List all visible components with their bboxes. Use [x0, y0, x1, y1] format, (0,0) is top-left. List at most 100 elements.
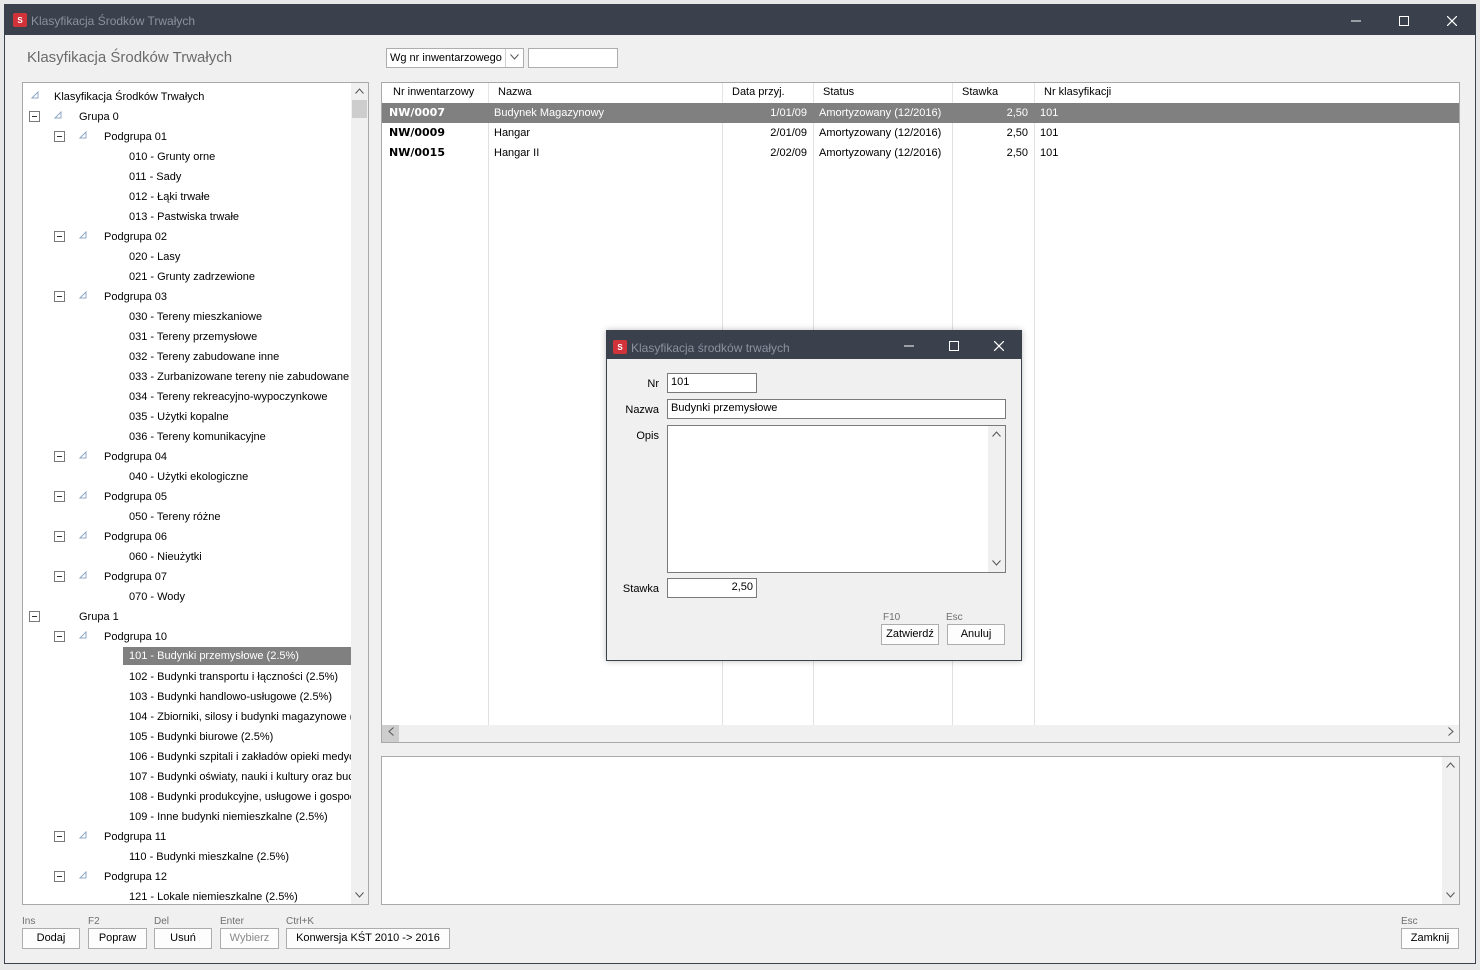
tree-item-leaf[interactable]: 101 - Budynki przemysłowe (2.5%)	[23, 647, 352, 667]
scroll-up-icon[interactable]	[351, 83, 368, 100]
column-header[interactable]: Nr klasyfikacji	[1044, 86, 1111, 98]
select-button[interactable]: Wybierz	[220, 928, 279, 949]
tree-item-group[interactable]: Grupa 0	[23, 107, 352, 127]
tree-item-leaf[interactable]: 105 - Budynki biurowe (2.5%)	[23, 727, 352, 747]
table-row[interactable]: NW/0009 Hangar 2/01/09 Amortyzowany (12/…	[382, 123, 1459, 143]
tree-item-group[interactable]: Podgrupa 01	[23, 127, 352, 147]
close-button[interactable]	[1429, 5, 1475, 35]
dialog-title-bar[interactable]: S Klasyfikacja środków trwałych	[607, 331, 1021, 359]
dialog-minimize-button[interactable]	[887, 331, 931, 359]
dialog-maximize-button[interactable]	[932, 331, 976, 359]
collapse-icon[interactable]	[54, 231, 65, 242]
tree-item-leaf[interactable]: 110 - Budynki mieszkalne (2.5%)	[23, 847, 352, 867]
column-header[interactable]: Data przyj.	[732, 86, 785, 98]
column-header[interactable]: Nazwa	[498, 86, 532, 98]
tree-item-group[interactable]: Podgrupa 11	[23, 827, 352, 847]
tree-item-group[interactable]: Podgrupa 06	[23, 527, 352, 547]
column-separator[interactable]	[813, 83, 814, 103]
nazwa-field[interactable]: Budynki przemysłowe	[667, 399, 1006, 419]
tree-item-leaf[interactable]: 031 - Tereny przemysłowe	[23, 327, 352, 347]
close-window-button[interactable]: Zamknij	[1401, 928, 1459, 949]
tree-item-leaf[interactable]: 040 - Użytki ekologiczne	[23, 467, 352, 487]
title-bar[interactable]: S Klasyfikacja Środków Trwałych	[5, 5, 1475, 35]
tree-item-leaf[interactable]: 070 - Wody	[23, 587, 352, 607]
tree-item-leaf[interactable]: 108 - Budynki produkcyjne, usługowe i go…	[23, 787, 355, 807]
tree-item-leaf[interactable]: 036 - Tereny komunikacyjne	[23, 427, 352, 447]
detail-scrollbar[interactable]	[1442, 757, 1459, 904]
scroll-up-icon[interactable]	[988, 426, 1005, 443]
delete-button[interactable]: Usuń	[154, 928, 212, 949]
scroll-thumb[interactable]	[352, 100, 367, 118]
nr-field[interactable]: 101	[667, 373, 757, 393]
add-button[interactable]: Dodaj	[22, 928, 80, 949]
maximize-button[interactable]	[1381, 5, 1427, 35]
minimize-button[interactable]	[1333, 5, 1379, 35]
tree-item-group[interactable]: Podgrupa 07	[23, 567, 352, 587]
tree-item-leaf[interactable]: 012 - Łąki trwałe	[23, 187, 352, 207]
tree-item-leaf[interactable]: 102 - Budynki transportu i łączności (2.…	[23, 667, 352, 687]
column-header[interactable]: Stawka	[962, 86, 998, 98]
collapse-icon[interactable]	[29, 111, 40, 122]
column-separator[interactable]	[488, 83, 489, 103]
table-row[interactable]: NW/0007 Budynek Magazynowy 1/01/09 Amort…	[382, 103, 1459, 123]
column-separator[interactable]	[1034, 83, 1035, 103]
collapse-icon[interactable]	[54, 571, 65, 582]
tree-item-leaf[interactable]: 104 - Zbiorniki, silosy i budynki magazy…	[23, 707, 353, 727]
scroll-down-icon[interactable]	[1442, 887, 1459, 904]
scroll-up-icon[interactable]	[1442, 757, 1459, 774]
tree-item-leaf[interactable]: 121 - Lokale niemieszkalne (2.5%)	[23, 887, 352, 904]
tree-item-leaf[interactable]: 010 - Grunty orne	[23, 147, 352, 167]
scroll-right-icon[interactable]	[1442, 725, 1459, 742]
classification-tree[interactable]: Klasyfikacja Środków Trwałych Grupa 0 Podg…	[22, 82, 369, 905]
tree-item-leaf[interactable]: 020 - Lasy	[23, 247, 352, 267]
collapse-icon[interactable]	[54, 451, 65, 462]
tree-item-group[interactable]: Podgrupa 03	[23, 287, 352, 307]
collapse-icon[interactable]	[54, 131, 65, 142]
tree-item-leaf[interactable]: 032 - Tereny zabudowane inne	[23, 347, 352, 367]
scroll-left-icon[interactable]	[382, 725, 399, 742]
tree-item-leaf[interactable]: 011 - Sady	[23, 167, 352, 187]
confirm-button[interactable]: Zatwierdź	[881, 624, 939, 645]
tree-item-group[interactable]: Podgrupa 02	[23, 227, 352, 247]
tree-scrollbar[interactable]	[351, 83, 368, 904]
tree-item-leaf[interactable]: 060 - Nieużytki	[23, 547, 352, 567]
tree-item-root[interactable]: Klasyfikacja Środków Trwałych	[23, 87, 352, 107]
sort-by-select[interactable]: Wg nr inwentarzowego	[386, 48, 524, 68]
dialog-close-button[interactable]	[977, 331, 1021, 359]
edit-button[interactable]: Popraw	[88, 928, 147, 949]
scroll-down-icon[interactable]	[988, 555, 1005, 572]
column-header[interactable]: Status	[823, 86, 854, 98]
convert-kst-button[interactable]: Konwersja KŚT 2010 -> 2016	[286, 928, 450, 949]
chevron-down-icon[interactable]	[505, 49, 523, 67]
tree-item-leaf[interactable]: 107 - Budynki oświaty, nauki i kultury o…	[23, 767, 354, 787]
tree-item-leaf[interactable]: 035 - Użytki kopalne	[23, 407, 352, 427]
tree-item-leaf[interactable]: 103 - Budynki handlowo-usługowe (2.5%)	[23, 687, 352, 707]
tree-item-leaf[interactable]: 030 - Tereny mieszkaniowe	[23, 307, 352, 327]
collapse-icon[interactable]	[54, 291, 65, 302]
detail-panel[interactable]	[381, 756, 1460, 905]
collapse-icon[interactable]	[54, 531, 65, 542]
search-input[interactable]	[528, 48, 618, 68]
collapse-icon[interactable]	[54, 871, 65, 882]
tree-item-group[interactable]: Podgrupa 10	[23, 627, 352, 647]
column-header[interactable]: Nr inwentarzowy	[393, 86, 474, 98]
tree-item-group[interactable]: Podgrupa 12	[23, 867, 352, 887]
grid-hscrollbar[interactable]	[382, 725, 1459, 742]
cancel-button[interactable]: Anuluj	[947, 624, 1005, 645]
tree-item-leaf[interactable]: 109 - Inne budynki niemieszkalne (2.5%)	[23, 807, 352, 827]
collapse-icon[interactable]	[29, 611, 40, 622]
collapse-icon[interactable]	[54, 831, 65, 842]
stawka-field[interactable]: 2,50	[667, 578, 757, 598]
collapse-icon[interactable]	[54, 491, 65, 502]
opis-scrollbar[interactable]	[988, 426, 1005, 572]
scroll-down-icon[interactable]	[351, 887, 368, 904]
tree-item-group[interactable]: Grupa 1	[23, 607, 352, 627]
tree-item-leaf[interactable]: 106 - Budynki szpitali i zakładów opieki…	[23, 747, 355, 767]
table-row[interactable]: NW/0015 Hangar II 2/02/09 Amortyzowany (…	[382, 143, 1459, 163]
tree-item-leaf[interactable]: 033 - Zurbanizowane tereny nie zabudowan…	[23, 367, 352, 387]
tree-item-leaf[interactable]: 034 - Tereny rekreacyjno-wypoczynkowe	[23, 387, 352, 407]
opis-field[interactable]	[667, 425, 1006, 573]
collapse-icon[interactable]	[54, 631, 65, 642]
tree-item-leaf[interactable]: 013 - Pastwiska trwałe	[23, 207, 352, 227]
tree-item-leaf[interactable]: 021 - Grunty zadrzewione	[23, 267, 352, 287]
